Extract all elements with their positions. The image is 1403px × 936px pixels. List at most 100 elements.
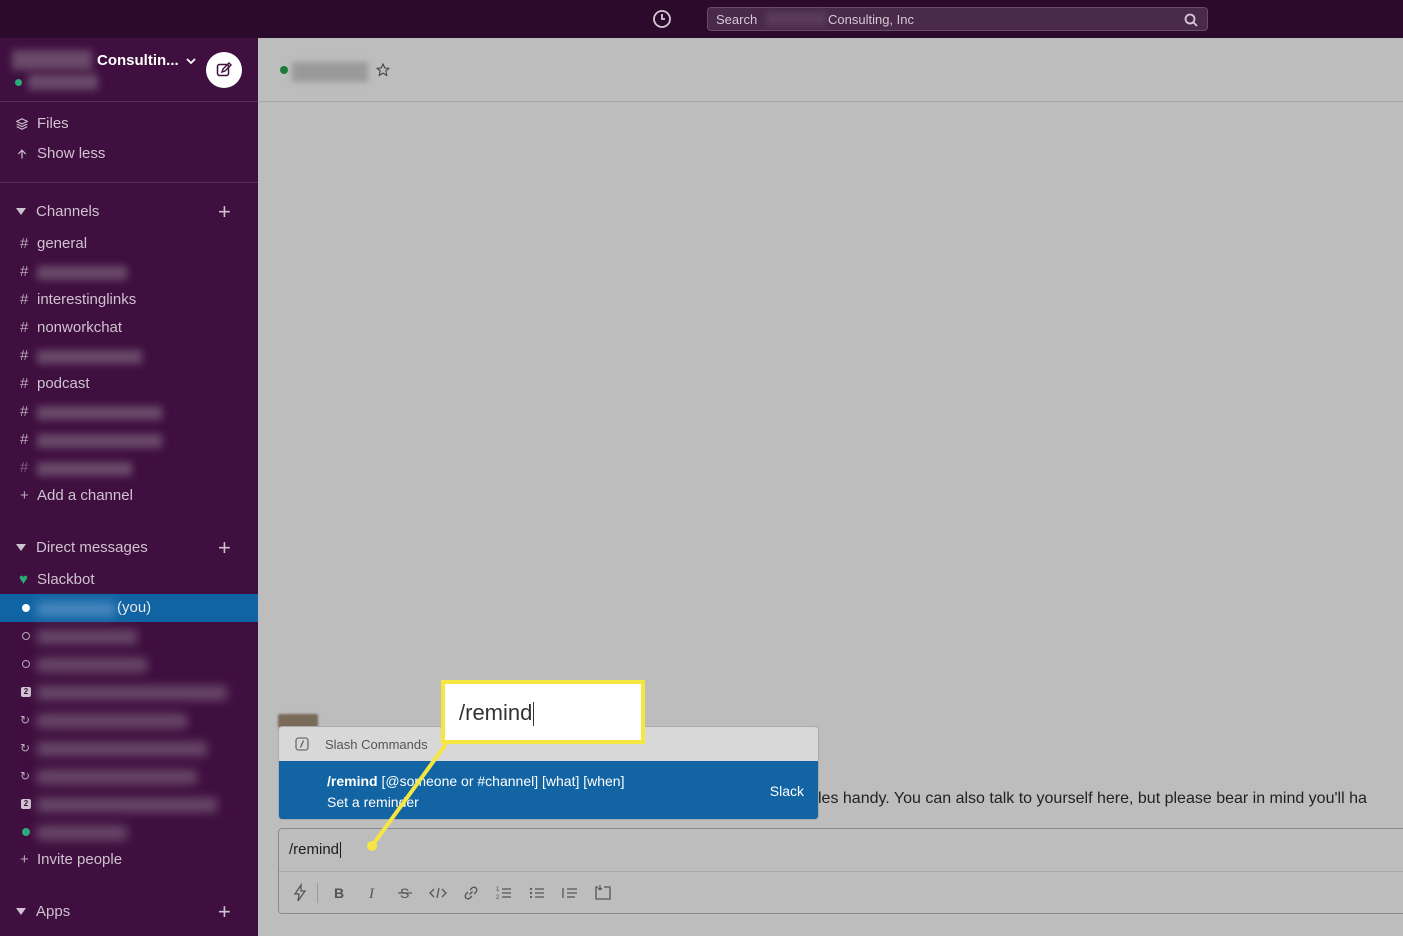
sidebar-item-label: Show less [37, 145, 106, 162]
sidebar-item-dm[interactable] [0, 650, 258, 678]
sidebar-item-self-dm[interactable]: (you) [0, 594, 258, 622]
history-icon[interactable] [652, 9, 672, 29]
command-syntax: /remind [@someone or #channel] [what] [w… [327, 773, 625, 789]
search-workspace-name: Consulting, Inc [828, 12, 914, 27]
command-args: [@someone or #channel] [what] [when] [381, 773, 625, 789]
caret-down-icon[interactable] [16, 208, 26, 215]
invite-label: Invite people [37, 851, 123, 868]
numbered-list-icon[interactable]: 12 [492, 881, 516, 905]
slash-command-icon [295, 737, 309, 751]
redacted-text [37, 630, 137, 644]
redacted-text [37, 462, 132, 476]
redacted-text [37, 406, 162, 420]
compose-icon [216, 62, 232, 77]
hash-icon: # [20, 431, 29, 448]
add-dm-icon[interactable]: + [218, 534, 231, 562]
code-icon[interactable] [426, 881, 450, 905]
search-input[interactable]: Search Consulting, Inc [707, 7, 1208, 31]
redacted-text [37, 686, 227, 700]
sidebar-item-dm[interactable] [0, 818, 258, 846]
search-icon [1183, 12, 1199, 28]
popup-header-label: Slash Commands [325, 737, 428, 752]
sidebar-item-channel[interactable]: # [0, 454, 258, 482]
callout-text: /remind [459, 700, 535, 727]
svg-text:1: 1 [496, 887, 500, 893]
star-icon[interactable] [375, 62, 391, 77]
external-user-icon: ↻ [20, 769, 31, 783]
toolbar-divider [317, 883, 318, 903]
italic-icon[interactable]: I [360, 881, 384, 905]
bulleted-list-icon[interactable] [525, 881, 549, 905]
sidebar-item-channel[interactable]: # podcast [0, 370, 258, 398]
command-description: Set a reminder [327, 794, 419, 810]
bold-icon[interactable]: B [327, 881, 351, 905]
message-composer[interactable]: /remind B I S 12 [278, 828, 1403, 914]
sidebar-item-dm[interactable]: ↻ [0, 734, 258, 762]
plus-icon: + [20, 851, 29, 868]
sidebar: Consultin... Files Show less Channels + … [0, 38, 258, 936]
sidebar-item-dm[interactable]: ↻ [0, 762, 258, 790]
sidebar-item-channel[interactable]: # nonworkchat [0, 314, 258, 342]
compose-button[interactable] [206, 52, 242, 88]
workspace-header[interactable]: Consultin... [0, 38, 258, 102]
group-dm-icon: 2 [21, 687, 31, 697]
redacted-text[interactable] [292, 62, 368, 82]
divider [0, 182, 258, 183]
caret-down-icon[interactable] [16, 544, 26, 551]
channel-name: interestinglinks [37, 291, 137, 308]
sidebar-item-channel[interactable]: # [0, 258, 258, 286]
text-caret [340, 842, 342, 859]
apps-section-header[interactable]: Apps + [0, 898, 258, 926]
hash-icon: # [20, 235, 29, 252]
sidebar-item-channel[interactable]: # [0, 342, 258, 370]
redacted-text [37, 826, 127, 840]
presence-indicator [280, 66, 288, 74]
redacted-text [37, 602, 115, 616]
invite-people-button[interactable]: + Invite people [0, 846, 258, 874]
sidebar-item-dm[interactable]: 2 [0, 678, 258, 706]
sidebar-item-label: Files [37, 115, 69, 132]
external-user-icon: ↻ [20, 713, 31, 727]
presence-indicator [22, 604, 30, 612]
blockquote-icon[interactable] [558, 881, 582, 905]
redacted-text [37, 658, 147, 672]
add-app-icon[interactable]: + [218, 898, 231, 926]
strikethrough-icon[interactable]: S [393, 881, 417, 905]
redacted-text [37, 266, 127, 280]
code-block-icon[interactable] [591, 881, 615, 905]
layers-icon [14, 110, 30, 141]
sidebar-item-channel[interactable]: # interestinglinks [0, 286, 258, 314]
main-panel: les handy. You can also talk to yourself… [258, 38, 1403, 936]
add-channel-label: Add a channel [37, 487, 133, 504]
add-channel-button[interactable]: + Add a channel [0, 482, 258, 510]
workspace-name: Consultin... [97, 52, 179, 69]
group-dm-icon: 2 [21, 799, 31, 809]
sidebar-item-dm[interactable] [0, 622, 258, 650]
sidebar-item-dm[interactable]: 2 [0, 790, 258, 818]
redacted-text [37, 434, 162, 448]
heart-icon: ♥ [19, 571, 28, 588]
sidebar-item-show-less[interactable]: Show less [0, 140, 258, 168]
command-name: /remind [327, 773, 378, 789]
message-input-value: /remind [289, 841, 340, 858]
slash-command-option-remind[interactable]: /remind [@someone or #channel] [what] [w… [279, 761, 818, 819]
channels-section-header[interactable]: Channels + [0, 198, 258, 226]
you-suffix: (you) [117, 599, 152, 616]
dm-section-header[interactable]: Direct messages + [0, 534, 258, 562]
sidebar-item-slackbot[interactable]: ♥ Slackbot [0, 566, 258, 594]
top-bar: Search Consulting, Inc [0, 0, 1403, 38]
sidebar-item-channel[interactable]: # general [0, 230, 258, 258]
hash-icon: # [20, 263, 29, 280]
sidebar-item-channel[interactable]: # [0, 398, 258, 426]
caret-down-icon[interactable] [16, 908, 26, 915]
search-label: Search [716, 12, 758, 27]
chevron-down-icon[interactable] [185, 54, 197, 66]
link-icon[interactable] [459, 881, 483, 905]
sidebar-item-dm[interactable]: ↻ [0, 706, 258, 734]
add-channel-icon[interactable]: + [218, 198, 231, 226]
sidebar-item-files[interactable]: Files [0, 110, 258, 138]
shortcuts-lightning-icon[interactable] [288, 881, 312, 905]
sidebar-item-channel[interactable]: # [0, 426, 258, 454]
message-input[interactable]: /remind [289, 841, 342, 859]
section-title: Direct messages [36, 539, 148, 556]
